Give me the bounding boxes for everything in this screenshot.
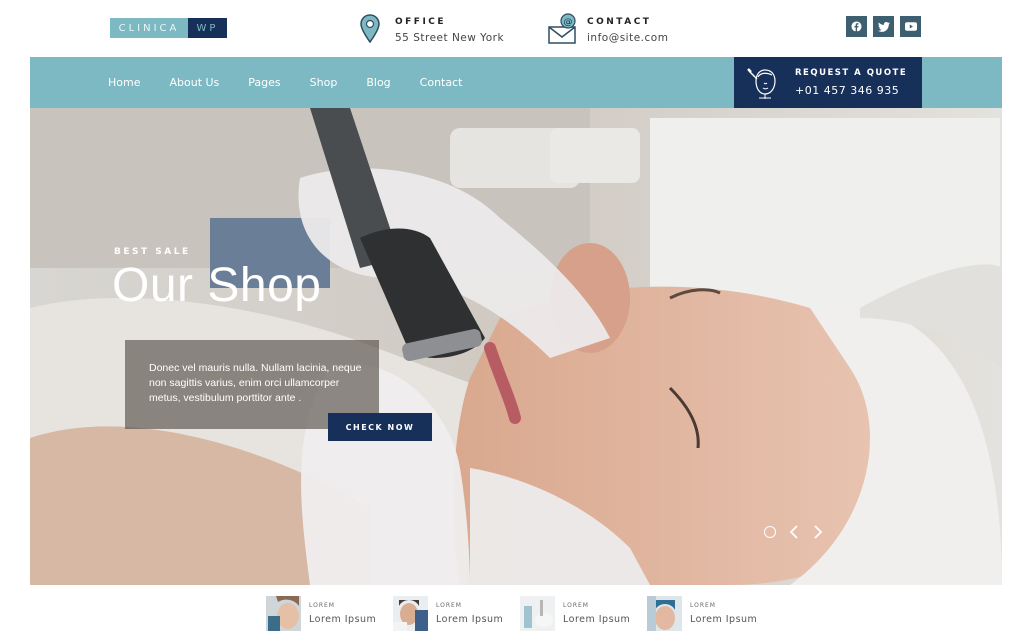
thumbnail-label: LOREM	[436, 602, 462, 609]
hero-subtitle: BEST SALE	[114, 247, 191, 257]
thumbnail-image	[647, 596, 682, 631]
contact-email[interactable]: info@site.com	[587, 32, 668, 44]
logo-text-primary: CLINICA	[110, 18, 188, 38]
main-navigation: Home About Us Pages Shop Blog Contact RE…	[30, 57, 1002, 108]
nav-item-home[interactable]: Home	[108, 76, 140, 89]
thumbnail-title: Lorem Ipsum	[563, 614, 631, 625]
thumbnail-title: Lorem Ipsum	[436, 614, 504, 625]
face-treatment-icon	[747, 67, 776, 99]
nav-item-pages[interactable]: Pages	[248, 76, 280, 89]
twitter-icon[interactable]	[873, 16, 894, 37]
office-address: 55 Street New York	[395, 31, 505, 44]
thumbnail-image	[520, 596, 555, 631]
youtube-icon[interactable]	[900, 16, 921, 37]
chevron-left-icon[interactable]	[788, 524, 800, 540]
chevron-right-icon[interactable]	[812, 524, 824, 540]
quote-phone: +01 457 346 935	[795, 84, 900, 97]
thumbnail-item[interactable]: LOREM Lorem Ipsum	[647, 596, 774, 631]
top-header: CLINICA WP OFFICE 55 Street New York @ C…	[0, 0, 1032, 57]
nav-menu: Home About Us Pages Shop Blog Contact	[108, 57, 491, 108]
thumbnail-label: LOREM	[309, 602, 335, 609]
slider-dot[interactable]	[764, 526, 776, 538]
hero-slider: BEST SALE Our Shop Donec vel mauris null…	[30, 108, 1002, 585]
thumbnail-label: LOREM	[690, 602, 716, 609]
check-now-button[interactable]: CHECK NOW	[328, 413, 432, 441]
thumbnail-item[interactable]: LOREM Lorem Ipsum	[266, 596, 393, 631]
slider-thumbnails: LOREM Lorem Ipsum LOREM Lorem Ipsum LORE…	[266, 596, 774, 631]
contact-title: CONTACT	[587, 16, 652, 27]
thumbnail-label: LOREM	[563, 602, 589, 609]
office-info: OFFICE 55 Street New York	[355, 13, 504, 45]
slider-controls	[764, 524, 824, 540]
hero-title: Our Shop	[112, 259, 322, 312]
contact-info: @ CONTACT info@site.com	[547, 13, 668, 45]
thumbnail-image	[266, 596, 301, 631]
hero-description: Donec vel mauris nulla. Nullam lacinia, …	[149, 362, 362, 404]
thumbnail-item[interactable]: LOREM Lorem Ipsum	[393, 596, 520, 631]
thumbnail-image	[393, 596, 428, 631]
office-title: OFFICE	[395, 16, 447, 27]
thumbnail-title: Lorem Ipsum	[690, 614, 758, 625]
quote-title: REQUEST A QUOTE	[795, 68, 908, 78]
svg-text:@: @	[564, 18, 573, 28]
thumbnail-title: Lorem Ipsum	[309, 614, 377, 625]
map-pin-icon	[355, 13, 385, 45]
nav-item-shop[interactable]: Shop	[310, 76, 338, 89]
facebook-icon[interactable]	[846, 16, 867, 37]
nav-item-about-us[interactable]: About Us	[169, 76, 219, 89]
mail-icon: @	[547, 13, 577, 45]
site-logo[interactable]: CLINICA WP	[110, 18, 227, 38]
thumbnail-item[interactable]: LOREM Lorem Ipsum	[520, 596, 647, 631]
nav-item-contact[interactable]: Contact	[420, 76, 463, 89]
nav-item-blog[interactable]: Blog	[366, 76, 390, 89]
request-quote-button[interactable]: REQUEST A QUOTE +01 457 346 935	[734, 57, 922, 108]
social-links	[846, 16, 921, 37]
logo-text-secondary: WP	[188, 18, 227, 38]
